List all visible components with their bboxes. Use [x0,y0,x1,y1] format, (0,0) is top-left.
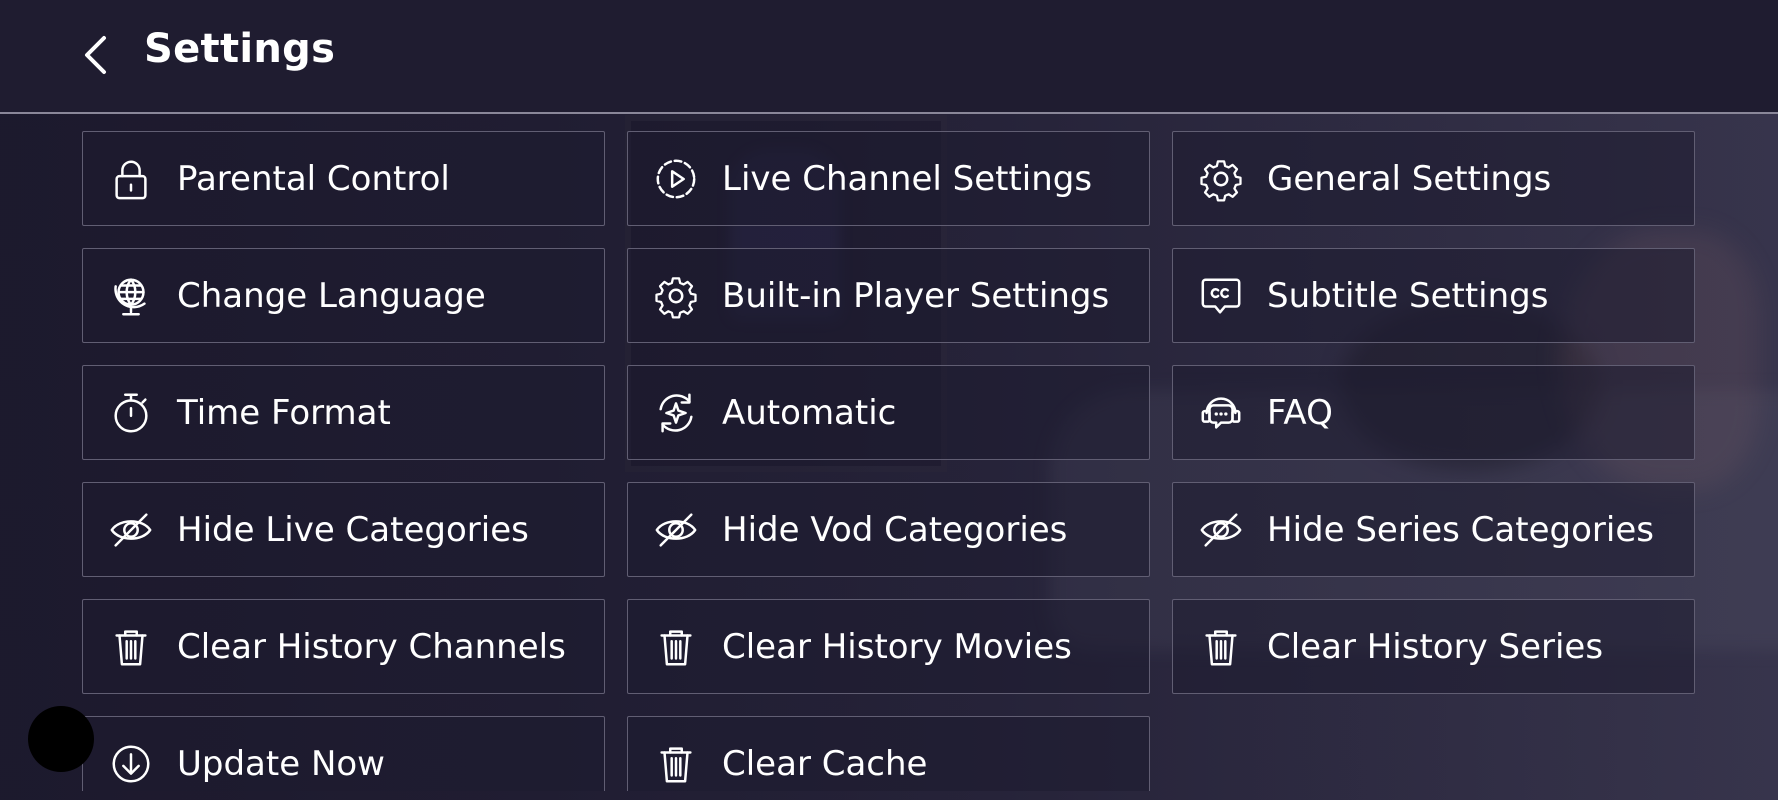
settings-tile-built-in-player-settings[interactable]: Built-in Player Settings [627,248,1150,343]
settings-tile-update-now[interactable]: Update Now [82,716,605,791]
refresh-sparkle-icon [650,387,702,439]
trash-icon [105,621,157,673]
settings-tile-general-settings[interactable]: General Settings [1172,131,1695,226]
settings-tile-clear-history-channels[interactable]: Clear History Channels [82,599,605,694]
eye-off-icon [650,504,702,556]
settings-tile-label: Live Channel Settings [722,158,1093,199]
cc-icon [1195,270,1247,322]
settings-tile-label: Time Format [177,392,391,433]
page-title: Settings [144,26,336,72]
settings-tile-label: FAQ [1267,392,1333,433]
settings-header: Settings [0,0,1778,114]
chevron-left-icon [85,36,106,74]
trash-icon [1195,621,1247,673]
settings-tile-label: Parental Control [177,158,450,199]
gear-icon [1195,153,1247,205]
settings-tile-subtitle-settings[interactable]: Subtitle Settings [1172,248,1695,343]
floating-dot[interactable] [28,706,94,772]
settings-tile-label: Clear History Channels [177,626,566,667]
settings-tile-live-channel-settings[interactable]: Live Channel Settings [627,131,1150,226]
gear-icon [650,270,702,322]
settings-tile-automatic[interactable]: Automatic [627,365,1150,460]
settings-tile-label: Hide Series Categories [1267,509,1654,550]
stopwatch-icon [105,387,157,439]
settings-tile-parental-control[interactable]: Parental Control [82,131,605,226]
settings-tile-clear-history-movies[interactable]: Clear History Movies [627,599,1150,694]
eye-off-icon [105,504,157,556]
download-circle-icon [105,738,157,790]
settings-grid: Parental Control Live Channel Settings Ge… [82,131,1696,791]
settings-tile-hide-series-categories[interactable]: Hide Series Categories [1172,482,1695,577]
settings-tile-label: General Settings [1267,158,1552,199]
eye-off-icon [1195,504,1247,556]
settings-tile-label: Update Now [177,743,385,784]
settings-tile-label: Built-in Player Settings [722,275,1110,316]
settings-tile-label: Hide Vod Categories [722,509,1068,550]
settings-tile-faq[interactable]: FAQ [1172,365,1695,460]
settings-tile-hide-live-categories[interactable]: Hide Live Categories [82,482,605,577]
trash-icon [650,621,702,673]
settings-tile-label: Change Language [177,275,486,316]
support-chat-icon [1195,387,1247,439]
settings-tile-hide-vod-categories[interactable]: Hide Vod Categories [627,482,1150,577]
settings-tile-label: Subtitle Settings [1267,275,1549,316]
settings-tile-label: Clear History Series [1267,626,1604,667]
settings-tile-change-language[interactable]: Change Language [82,248,605,343]
settings-tile-clear-cache[interactable]: Clear Cache [627,716,1150,791]
globe-icon [105,270,157,322]
settings-tile-clear-history-series[interactable]: Clear History Series [1172,599,1695,694]
play-circle-icon [650,153,702,205]
trash-icon [650,738,702,790]
settings-tile-label: Automatic [722,392,897,433]
lock-icon [105,153,157,205]
settings-tile-label: Clear Cache [722,743,928,784]
back-button[interactable] [74,34,116,76]
settings-tile-label: Clear History Movies [722,626,1072,667]
settings-tile-label: Hide Live Categories [177,509,529,550]
settings-tile-time-format[interactable]: Time Format [82,365,605,460]
